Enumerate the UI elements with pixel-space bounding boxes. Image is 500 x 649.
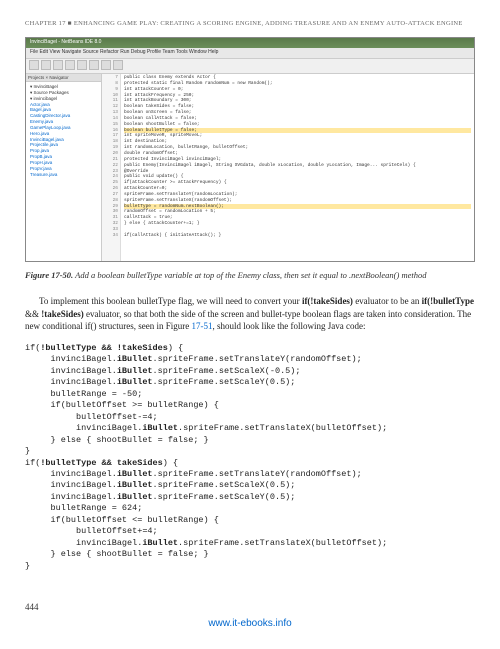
figure-label: Figure 17-50. bbox=[25, 270, 73, 280]
toolbar-icon bbox=[65, 60, 75, 70]
toolbar-icon bbox=[89, 60, 99, 70]
code-listing: if(!bulletType && !takeSides) { invinciB… bbox=[25, 343, 475, 572]
ide-toolbar bbox=[26, 59, 474, 74]
figure-caption: Figure 17-50. Add a boolean bulletType v… bbox=[25, 270, 475, 281]
ide-screenshot: InvinciBagel - NetBeans IDE 8.0 File Edi… bbox=[25, 37, 475, 262]
toolbar-icon bbox=[77, 60, 87, 70]
chapter-header: CHAPTER 17 ■ ENHANCING GAME PLAY: CREATI… bbox=[25, 20, 475, 27]
ide-sidebar: Projects × Navigator ▾ InvinciBagel ▾ So… bbox=[26, 74, 102, 262]
project-tree: ▾ InvinciBagel ▾ Source Packages ▾ invin… bbox=[26, 82, 101, 180]
code-area: public class Enemy extends Actor { prote… bbox=[121, 74, 474, 262]
code-editor: 7891011121314151617181920212223242526272… bbox=[102, 74, 474, 262]
toolbar-icon bbox=[53, 60, 63, 70]
sidebar-tab: Projects × Navigator bbox=[26, 74, 101, 82]
footer-link[interactable]: www.it-ebooks.info bbox=[25, 618, 475, 629]
toolbar-icon bbox=[101, 60, 111, 70]
toolbar-icon bbox=[113, 60, 123, 70]
ide-titlebar: InvinciBagel - NetBeans IDE 8.0 bbox=[26, 38, 474, 48]
figure-reference: 17-51 bbox=[191, 321, 212, 331]
toolbar-icon bbox=[29, 60, 39, 70]
caption-text: Add a boolean bulletType variable at top… bbox=[73, 270, 426, 280]
page-number: 444 bbox=[25, 602, 475, 612]
body-paragraph: To implement this boolean bulletType fla… bbox=[25, 295, 475, 333]
toolbar-icon bbox=[41, 60, 51, 70]
ide-menubar: File Edit View Navigate Source Refactor … bbox=[26, 48, 474, 59]
line-gutter: 7891011121314151617181920212223242526272… bbox=[102, 74, 121, 262]
